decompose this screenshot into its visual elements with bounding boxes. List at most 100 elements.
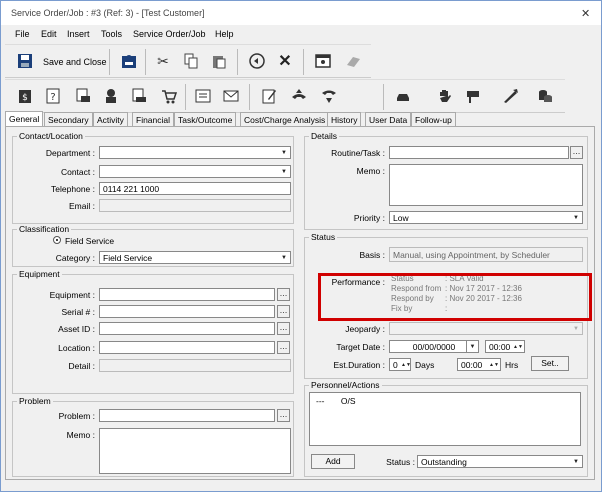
contact-label: Contact : xyxy=(60,167,95,177)
routine-browse-button[interactable]: … xyxy=(570,146,583,159)
days-label: Days xyxy=(415,360,435,370)
status-title: Status xyxy=(309,232,338,242)
phone-down-icon[interactable] xyxy=(317,84,341,108)
save-and-close-button[interactable]: Save and Close xyxy=(43,57,107,67)
chevron-down-icon: ▼ xyxy=(573,325,579,332)
service-order-window: Service Order/Job : #3 (Ref: 3) - [Test … xyxy=(0,0,602,492)
routine-task-field[interactable] xyxy=(389,146,569,159)
tab-activity[interactable]: Activity xyxy=(93,112,128,127)
telephone-field[interactable]: 0114 221 1000 xyxy=(99,182,291,195)
undo-icon[interactable] xyxy=(245,49,269,73)
jeopardy-select[interactable]: ▼ xyxy=(389,322,583,335)
vehicle-doc-icon[interactable] xyxy=(71,84,95,108)
chevron-down-icon: ▼ xyxy=(466,341,478,352)
problem-browse-button[interactable]: … xyxy=(277,409,290,422)
eraser-icon[interactable] xyxy=(341,49,365,73)
preview-icon[interactable] xyxy=(311,49,335,73)
tab-cost-charge[interactable]: Cost/Charge Analysis xyxy=(240,112,330,127)
jeopardy-label: Jeopardy : xyxy=(345,324,385,334)
coins-icon[interactable] xyxy=(533,84,557,108)
location-browse-button[interactable]: … xyxy=(277,341,290,354)
engineer-icon[interactable] xyxy=(99,84,123,108)
serial-browse-button[interactable]: … xyxy=(277,305,290,318)
email-label: Email : xyxy=(69,201,95,211)
classification-group: Classification Field Service Category : … xyxy=(12,224,294,267)
duration-hrs-field[interactable]: 00:00 ▲▼ xyxy=(457,358,501,371)
personnel-row[interactable]: --- O/S xyxy=(316,396,356,406)
cart-icon[interactable] xyxy=(157,84,181,108)
general-panel: Contact/Location Department : ▼ Contact … xyxy=(5,126,595,480)
chevron-down-icon: ▼ xyxy=(573,458,579,465)
target-time-field[interactable]: 00:00 ▲▼ xyxy=(485,340,525,353)
copy-icon[interactable] xyxy=(179,49,203,73)
email-field[interactable] xyxy=(99,199,291,212)
menu-service-order[interactable]: Service Order/Job xyxy=(133,29,206,39)
asset-id-field[interactable] xyxy=(99,322,275,335)
set-duration-button[interactable]: Set.. xyxy=(531,356,569,371)
serial-label: Serial # : xyxy=(61,307,95,317)
tools-icon[interactable] xyxy=(499,84,523,108)
tab-task-outcome[interactable]: Task/Outcome xyxy=(174,112,237,127)
target-date-field[interactable]: 00/00/0000 ▼ xyxy=(389,340,479,353)
save-icon[interactable] xyxy=(13,49,37,73)
routine-task-label: Routine/Task : xyxy=(331,148,385,158)
menu-insert[interactable]: Insert xyxy=(67,29,90,39)
mail-icon[interactable] xyxy=(219,84,243,108)
paste-icon[interactable] xyxy=(207,49,231,73)
close-icon[interactable]: ✕ xyxy=(581,7,590,20)
field-service-radio[interactable] xyxy=(53,236,61,244)
phone-up-icon[interactable] xyxy=(287,84,311,108)
sign-post-icon[interactable] xyxy=(461,84,485,108)
help-doc-icon[interactable]: ? xyxy=(41,84,65,108)
svg-text:$: $ xyxy=(22,93,28,103)
problem-field[interactable] xyxy=(99,409,275,422)
department-label: Department : xyxy=(45,148,95,158)
car-icon[interactable] xyxy=(391,84,415,108)
truck-doc-icon[interactable] xyxy=(127,84,151,108)
add-personnel-button[interactable]: Add xyxy=(311,454,355,469)
hand-icon[interactable] xyxy=(433,84,457,108)
customer-save-icon[interactable] xyxy=(117,49,141,73)
equipment-browse-button[interactable]: … xyxy=(277,288,290,301)
priority-select[interactable]: Low ▼ xyxy=(389,211,583,224)
location-label: Location : xyxy=(58,343,95,353)
detail-label: Detail : xyxy=(68,361,95,371)
duration-days-field[interactable]: 0 ▲▼ xyxy=(389,358,411,371)
contact-location-group: Contact/Location Department : ▼ Contact … xyxy=(12,131,294,224)
personnel-row-status: O/S xyxy=(340,396,356,406)
tab-general[interactable]: General xyxy=(5,111,44,127)
asset-browse-button[interactable]: … xyxy=(277,322,290,335)
contact-select[interactable]: ▼ xyxy=(99,165,291,178)
performance-highlight xyxy=(318,273,592,321)
basis-field[interactable]: Manual, using Appointment, by Scheduler xyxy=(389,247,583,262)
equipment-field[interactable] xyxy=(99,288,275,301)
serial-field[interactable] xyxy=(99,305,275,318)
tab-financial[interactable]: Financial xyxy=(132,112,175,127)
edit-note-icon[interactable] xyxy=(257,84,281,108)
detail-field[interactable] xyxy=(99,359,291,372)
money-bag-icon[interactable]: $ xyxy=(13,84,37,108)
list-icon[interactable] xyxy=(191,84,215,108)
hrs-label: Hrs xyxy=(505,360,519,370)
menu-edit[interactable]: Edit xyxy=(41,29,57,39)
toolbar-row-2: $ ? xyxy=(5,79,565,113)
title-bar: Service Order/Job : #3 (Ref: 3) - [Test … xyxy=(1,1,601,25)
location-field[interactable] xyxy=(99,341,275,354)
tab-history[interactable]: History xyxy=(327,112,362,127)
personnel-status-select[interactable]: Outstanding ▼ xyxy=(417,455,583,468)
menu-file[interactable]: File xyxy=(15,29,30,39)
personnel-row-dash: --- xyxy=(316,396,325,406)
problem-memo-field[interactable] xyxy=(99,428,291,474)
details-memo-field[interactable] xyxy=(389,164,583,206)
menu-tools[interactable]: Tools xyxy=(101,29,122,39)
category-select[interactable]: Field Service ▼ xyxy=(99,251,291,264)
delete-icon[interactable]: ✕ xyxy=(273,49,297,73)
department-select[interactable]: ▼ xyxy=(99,146,291,159)
tab-follow-up[interactable]: Follow-up xyxy=(411,112,456,127)
cut-icon[interactable]: ✂ xyxy=(151,49,175,73)
tab-user-data[interactable]: User Data xyxy=(365,112,412,127)
menu-help[interactable]: Help xyxy=(215,29,234,39)
problem-memo-label: Memo : xyxy=(66,430,95,440)
personnel-list[interactable]: --- O/S xyxy=(309,392,581,446)
tab-secondary[interactable]: Secondary xyxy=(44,112,93,127)
